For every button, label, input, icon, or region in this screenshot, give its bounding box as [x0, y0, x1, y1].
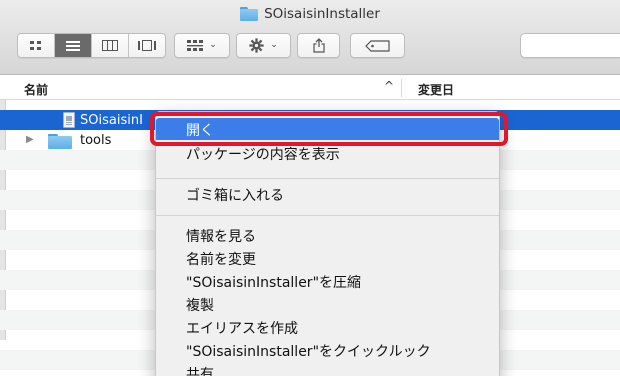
- menu-separator: [156, 178, 499, 179]
- menu-item-share[interactable]: 共有: [156, 362, 499, 376]
- disclosure-triangle-icon[interactable]: ▶: [26, 134, 34, 145]
- grid-icon: [30, 40, 41, 50]
- gallery-icon: [138, 40, 156, 51]
- search-field[interactable]: [520, 33, 620, 58]
- arrange-icon: [187, 39, 204, 51]
- action-button[interactable]: ⌄: [236, 33, 291, 58]
- list-view-button[interactable]: [55, 34, 92, 57]
- context-menu: 開く パッケージの内容を表示 ゴミ箱に入れる 情報を見る 名前を変更 "SOis…: [155, 111, 500, 376]
- window-title-label: SOisaisinInstaller: [264, 6, 380, 22]
- window-title: SOisaisinInstaller: [0, 6, 620, 25]
- menu-item-get-info[interactable]: 情報を見る: [156, 224, 499, 246]
- chevron-down-icon: ⌄: [270, 40, 278, 50]
- finder-window: SOisaisinInstaller ⌄ ⌄ 名前 ^ 変更日 SOisaisi…: [0, 0, 620, 376]
- arrange-button[interactable]: ⌄: [174, 33, 230, 58]
- gear-icon: [249, 38, 264, 53]
- annotation-highlight-box: [150, 112, 508, 146]
- menu-item-duplicate[interactable]: 複製: [156, 293, 499, 315]
- menu-item-compress[interactable]: "SOisaisinInstaller"を圧縮: [156, 270, 499, 292]
- toolbar: SOisaisinInstaller ⌄ ⌄: [0, 0, 620, 75]
- menu-item-quick-look[interactable]: "SOisaisinInstaller"をクイックルック: [156, 339, 499, 361]
- tag-button[interactable]: [350, 33, 405, 58]
- menu-item-rename[interactable]: 名前を変更: [156, 247, 499, 269]
- icon-view-button[interactable]: [18, 34, 55, 57]
- file-name: SOisaisinI: [80, 113, 143, 128]
- chevron-down-icon: ⌄: [209, 40, 217, 50]
- column-header-name[interactable]: 名前: [24, 81, 48, 98]
- file-name: tools: [80, 133, 112, 148]
- column-view-button[interactable]: [92, 34, 129, 57]
- menu-item-make-alias[interactable]: エイリアスを作成: [156, 316, 499, 338]
- sort-ascending-icon[interactable]: ^: [384, 79, 394, 93]
- app-file-icon: [63, 112, 75, 128]
- share-icon: [312, 38, 325, 53]
- column-header-date[interactable]: 変更日: [418, 81, 454, 98]
- gallery-view-button[interactable]: [129, 34, 165, 57]
- view-mode-selector: [17, 33, 166, 58]
- list-icon: [66, 40, 80, 51]
- share-button[interactable]: [297, 33, 340, 58]
- column-divider[interactable]: [401, 79, 402, 97]
- menu-item-move-to-trash[interactable]: ゴミ箱に入れる: [156, 183, 499, 205]
- columns-icon: [102, 40, 118, 51]
- list-header: 名前 ^ 変更日: [0, 76, 620, 100]
- folder-icon: [240, 7, 259, 21]
- tag-icon: [364, 39, 390, 52]
- menu-separator: [156, 215, 499, 216]
- folder-icon: [48, 134, 72, 149]
